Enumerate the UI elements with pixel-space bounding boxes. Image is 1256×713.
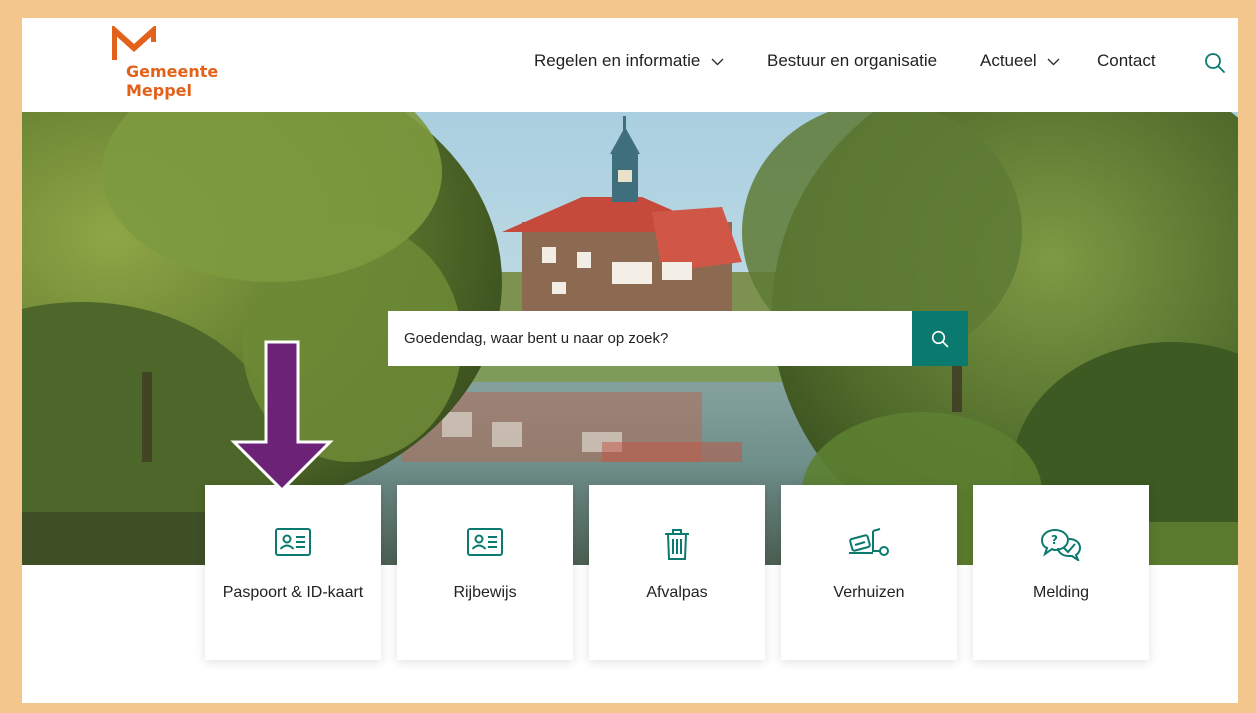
tile-melding[interactable]: ? Melding — [973, 485, 1149, 660]
tile-label: Afvalpas — [646, 584, 708, 601]
nav-item-contact[interactable]: Contact — [1097, 51, 1156, 71]
tile-paspoort[interactable]: Paspoort & ID-kaart — [205, 485, 381, 660]
tile-label: Rijbewijs — [453, 584, 517, 601]
annotation-arrow-icon — [230, 340, 334, 492]
tile-rijbewijs[interactable]: Rijbewijs — [397, 485, 573, 660]
nav-item-actueel[interactable]: Actueel — [980, 51, 1060, 71]
tile-label: Melding — [1032, 584, 1090, 601]
nav-item-regelen[interactable]: Regelen en informatie — [534, 51, 724, 71]
chat-question-icon: ? — [1040, 528, 1082, 561]
tile-label: Verhuizen — [833, 584, 905, 601]
logo-line-1: Gemeente — [126, 62, 219, 81]
site-logo[interactable]: Gemeente Meppel — [112, 26, 242, 106]
search-input[interactable] — [388, 311, 912, 366]
id-card-icon — [275, 528, 311, 556]
hero-search — [388, 311, 968, 366]
nav-item-label: Contact — [1097, 51, 1156, 70]
nav-item-bestuur[interactable]: Bestuur en organisatie — [767, 51, 937, 71]
search-icon — [1205, 53, 1225, 73]
chevron-down-icon — [711, 58, 724, 66]
nav-item-label: Actueel — [980, 51, 1037, 70]
logo-line-2: Meppel — [126, 81, 193, 100]
svg-text:?: ? — [1051, 533, 1058, 547]
search-icon — [931, 330, 949, 347]
nav-item-label: Regelen en informatie — [534, 51, 701, 70]
browser-frame: Gemeente Meppel Regelen en informatie Be… — [22, 18, 1238, 703]
nav-item-label: Bestuur en organisatie — [767, 51, 938, 70]
id-card-icon — [467, 528, 503, 556]
chevron-down-icon — [1047, 58, 1060, 66]
logo-m-icon — [112, 26, 156, 60]
search-submit-button[interactable] — [912, 311, 968, 366]
hand-truck-icon — [849, 528, 889, 556]
trash-bin-icon — [665, 529, 689, 560]
tile-verhuizen[interactable]: Verhuizen — [781, 485, 957, 660]
logo-text: Gemeente Meppel — [126, 62, 218, 100]
site-header: Gemeente Meppel Regelen en informatie Be… — [22, 18, 1238, 112]
tile-label: Paspoort & ID-kaart — [222, 584, 364, 601]
header-search-button[interactable] — [1204, 52, 1226, 79]
tile-afvalpas[interactable]: Afvalpas — [589, 485, 765, 660]
